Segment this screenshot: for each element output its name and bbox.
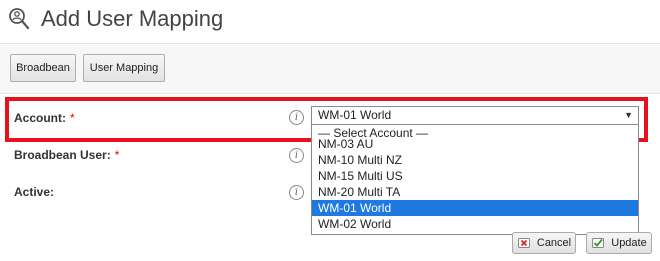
- user-search-icon: [9, 8, 30, 30]
- account-option[interactable]: NM-20 Multi TA: [312, 184, 638, 200]
- account-select[interactable]: WM-01 World ▼: [311, 106, 639, 125]
- account-dropdown-list[interactable]: — Select Account — NM-03 AU NM-10 Multi …: [311, 124, 639, 235]
- active-info-icon[interactable]: i: [289, 185, 304, 200]
- cancel-icon: [518, 238, 530, 248]
- account-option[interactable]: NM-03 AU: [312, 136, 638, 152]
- broadbean-user-label-text: Broadbean User:: [14, 148, 111, 162]
- account-option[interactable]: NM-15 Multi US: [312, 168, 638, 184]
- save-check-icon: [592, 238, 604, 248]
- page-title: Add User Mapping: [41, 6, 224, 31]
- account-option[interactable]: NM-10 Multi NZ: [312, 152, 638, 168]
- account-option-highlighted[interactable]: WM-01 World: [312, 200, 638, 216]
- account-option[interactable]: WM-02 World: [312, 216, 638, 232]
- update-button[interactable]: Update: [586, 232, 652, 254]
- cancel-button-label: Cancel: [536, 237, 572, 249]
- chevron-down-icon: ▼: [624, 110, 633, 120]
- active-label: Active:: [14, 185, 55, 199]
- broadbean-user-info-icon[interactable]: i: [289, 148, 304, 163]
- account-selected-value: WM-01 World: [318, 108, 392, 122]
- broadbean-button[interactable]: Broadbean: [10, 54, 76, 82]
- broadbean-user-label: Broadbean User: *: [14, 148, 119, 162]
- toolbar: Broadbean User Mapping: [0, 44, 660, 94]
- update-button-label: Update: [611, 237, 647, 249]
- cancel-button[interactable]: Cancel: [512, 232, 576, 254]
- page-header: Add User Mapping: [0, 0, 660, 44]
- broadbean-user-required-mark: *: [114, 148, 120, 162]
- user-mapping-button[interactable]: User Mapping: [83, 54, 165, 82]
